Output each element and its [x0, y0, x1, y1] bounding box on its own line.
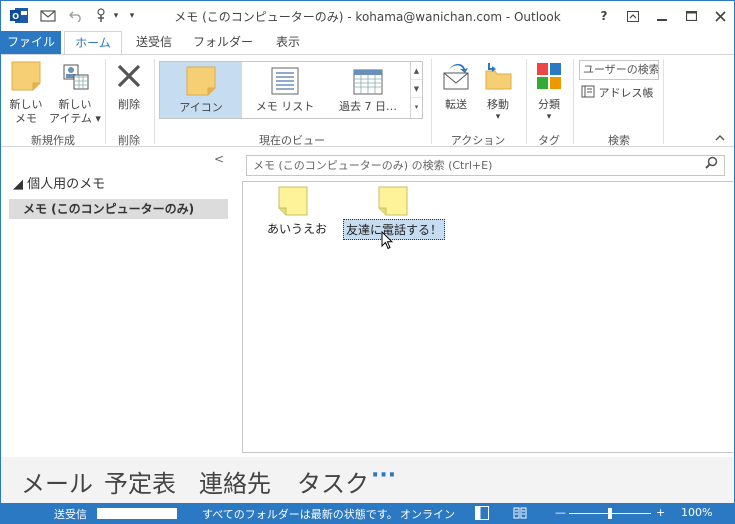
- view-gallery: アイコン メモ リスト 過去 7 日… ▲ ▼ ▾: [159, 61, 423, 119]
- delete-button[interactable]: 削除: [109, 61, 149, 112]
- gallery-more-icon[interactable]: ▾: [411, 98, 422, 116]
- connection-status: オンライン: [400, 508, 455, 521]
- note-icon: [278, 186, 308, 216]
- send-receive-all-icon[interactable]: [38, 6, 58, 26]
- notes-view: あいうえお 友達に電話する！: [242, 181, 733, 453]
- send-receive-status[interactable]: 送受信: [54, 506, 87, 522]
- note-icon: [378, 186, 408, 216]
- ribbon: 新しい メモ 新しい アイテム ▾ 新規作成 削除 削除 アイコン メモ リスト: [1, 54, 734, 147]
- gallery-scroll-down-icon[interactable]: ▼: [411, 80, 422, 98]
- ribbon-divider: [105, 59, 106, 144]
- group-label-new: 新規作成: [31, 134, 75, 147]
- ribbon-divider: [431, 59, 432, 144]
- forward-button[interactable]: 転送: [437, 61, 475, 112]
- note-item-selected[interactable]: 友達に電話する！: [343, 186, 446, 240]
- new-item-icon: [63, 64, 89, 90]
- nav-tasks[interactable]: タスク: [297, 464, 369, 499]
- memo-icon: [186, 66, 216, 96]
- touch-mode-icon[interactable]: [91, 6, 113, 26]
- view-list-option[interactable]: メモ リスト: [244, 62, 326, 118]
- svg-text:O: O: [12, 12, 19, 21]
- notes-content: メモ (このコンピューターのみ) の検索 (Ctrl+E) あいうえお 友達に電…: [241, 148, 734, 453]
- nav-contacts[interactable]: 連絡先: [199, 464, 271, 499]
- normal-view-icon[interactable]: [475, 506, 489, 523]
- ribbon-divider: [526, 59, 527, 144]
- gallery-scroll-up-icon[interactable]: ▲: [411, 62, 422, 80]
- gallery-scrollbar[interactable]: ▲ ▼ ▾: [410, 62, 422, 118]
- view-icon-option[interactable]: アイコン: [160, 62, 242, 118]
- ribbon-divider: [573, 59, 574, 144]
- forward-icon: [443, 63, 469, 90]
- touch-dropdown-icon[interactable]: ▾: [111, 6, 121, 26]
- folder-my-notes[interactable]: ◢ 個人用のメモ: [13, 173, 105, 192]
- group-label-delete: 削除: [118, 134, 140, 147]
- calendar-icon: [353, 69, 383, 95]
- ribbon-divider: [154, 59, 155, 144]
- status-bar: 送受信 すべてのフォルダーは最新の状態です。 オンライン — + 100%: [1, 503, 734, 523]
- memo-icon: [11, 61, 41, 91]
- reading-view-icon[interactable]: [513, 506, 527, 523]
- group-label-view: 現在のビュー: [259, 134, 325, 147]
- note-item[interactable]: あいうえお: [265, 186, 328, 238]
- delete-icon: [117, 64, 141, 88]
- folder-notes-this-computer[interactable]: メモ (このコンピューターのみ): [9, 199, 228, 219]
- minimize-button[interactable]: [649, 5, 675, 27]
- send-receive-progress: [97, 508, 177, 519]
- zoom-slider-thumb[interactable]: [608, 508, 612, 519]
- tab-file[interactable]: ファイル: [1, 31, 61, 55]
- tab-folder[interactable]: フォルダー: [187, 31, 259, 55]
- outlook-app-icon[interactable]: O: [10, 7, 28, 24]
- address-book-icon: [581, 85, 595, 102]
- outlook-window: O ▾ ▾ メモ (このコンピューターのみ) - kohama@wanichan…: [0, 0, 735, 524]
- group-label-tag: タグ: [538, 134, 560, 147]
- tab-view[interactable]: 表示: [264, 31, 312, 55]
- undo-icon[interactable]: [66, 6, 86, 26]
- categorize-icon: [537, 63, 561, 89]
- mouse-cursor-icon: [381, 231, 393, 250]
- search-icon[interactable]: [705, 156, 718, 175]
- list-view-icon: [271, 67, 299, 95]
- tab-send-receive[interactable]: 送受信: [125, 31, 183, 55]
- new-item-button[interactable]: 新しい アイテム ▾: [49, 61, 101, 126]
- tab-home[interactable]: ホーム: [64, 31, 122, 55]
- help-button[interactable]: ?: [591, 5, 617, 27]
- ribbon-display-options-button[interactable]: [620, 5, 646, 27]
- window-title: メモ (このコンピューターのみ) - kohama@wanichan.com -…: [174, 10, 561, 24]
- nav-more-icon[interactable]: ···: [371, 463, 396, 488]
- zoom-level[interactable]: 100%: [681, 506, 712, 519]
- folder-status: すべてのフォルダーは最新の状態です。: [202, 508, 398, 521]
- title-bar: O ▾ ▾ メモ (このコンピューターのみ) - kohama@wanichan…: [1, 1, 734, 31]
- search-people-input[interactable]: ユーザーの検索: [579, 60, 659, 80]
- group-label-action: アクション: [450, 134, 506, 147]
- ribbon-tabs: ファイル ホーム 送受信 フォルダー 表示: [1, 31, 734, 55]
- collapse-ribbon-icon[interactable]: [713, 130, 727, 144]
- zoom-in-icon[interactable]: +: [656, 506, 665, 519]
- close-button[interactable]: [707, 5, 733, 27]
- address-book-button[interactable]: アドレス帳: [581, 85, 661, 102]
- folder-pane: < ◢ 個人用のメモ メモ (このコンピューターのみ): [1, 148, 237, 453]
- module-navigation: メール 予定表 連絡先 タスク ···: [1, 457, 734, 503]
- notes-search-input[interactable]: メモ (このコンピューターのみ) の検索 (Ctrl+E): [246, 155, 725, 176]
- maximize-button[interactable]: [678, 5, 704, 27]
- view-last-7-days-option[interactable]: 過去 7 日…: [326, 62, 410, 118]
- customize-qat-icon[interactable]: ▾: [125, 6, 139, 26]
- group-label-search: 検索: [608, 134, 630, 147]
- collapse-folder-pane-icon[interactable]: <: [214, 152, 224, 166]
- ribbon-divider: [663, 59, 664, 144]
- zoom-out-icon[interactable]: —: [555, 506, 566, 519]
- move-folder-icon: [485, 63, 512, 90]
- new-memo-button[interactable]: 新しい メモ: [5, 61, 47, 126]
- nav-calendar[interactable]: 予定表: [104, 464, 176, 499]
- categorize-button[interactable]: 分類 ▾: [531, 61, 567, 122]
- move-button[interactable]: 移動 ▾: [479, 61, 517, 122]
- note-label: 友達に電話する！: [343, 219, 446, 240]
- note-label: あいうえお: [267, 222, 328, 236]
- nav-mail[interactable]: メール: [21, 464, 93, 499]
